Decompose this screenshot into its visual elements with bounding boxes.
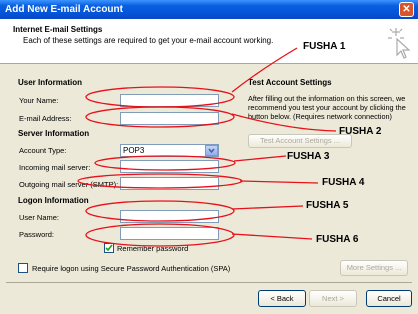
your-name-label: Your Name:: [19, 96, 59, 105]
annotation-line-3: [233, 155, 287, 162]
your-name-input[interactable]: [120, 94, 219, 107]
user-name-label: User Name:: [19, 213, 60, 222]
password-label: Password:: [19, 230, 55, 239]
remember-password-label: Remember password: [117, 244, 189, 253]
annotation-fusha-5: FUSHA 5: [306, 200, 349, 211]
incoming-server-input[interactable]: [120, 160, 219, 173]
annotation-line-6: [231, 233, 313, 240]
annotation-fusha-2: FUSHA 2: [339, 126, 382, 137]
test-description: After filling out the information on thi…: [248, 94, 406, 121]
password-input[interactable]: [120, 227, 219, 240]
cancel-button[interactable]: Cancel: [366, 290, 412, 307]
annotation-fusha-1: FUSHA 1: [303, 41, 346, 52]
bottom-divider: [6, 282, 412, 283]
more-settings-button[interactable]: More Settings ...: [340, 260, 408, 276]
window-title: Add New E-mail Account: [5, 4, 123, 15]
account-type-label: Account Type:: [19, 146, 67, 155]
email-address-label: E-mail Address:: [19, 114, 72, 123]
spa-label: Require logon using Secure Password Auth…: [32, 264, 231, 273]
annotation-fusha-6: FUSHA 6: [316, 234, 359, 245]
back-button[interactable]: < Back: [258, 290, 306, 307]
annotation-fusha-4: FUSHA 4: [322, 177, 365, 188]
email-address-input[interactable]: [120, 112, 219, 125]
spa-checkbox[interactable]: [18, 263, 28, 273]
outgoing-server-label: Outgoing mail server (SMTP):: [19, 180, 119, 189]
section-server-information: Server Information: [18, 129, 90, 138]
section-logon-information: Logon Information: [18, 196, 89, 205]
chevron-down-icon[interactable]: [205, 145, 218, 156]
remember-password-checkbox[interactable]: [104, 243, 114, 253]
annotation-line-5: [231, 205, 304, 210]
outgoing-server-input[interactable]: [120, 177, 219, 190]
header-title: Internet E-mail Settings: [13, 25, 103, 34]
annotation-line-4: [239, 180, 319, 184]
test-account-settings-button[interactable]: Test Account Settings ...: [248, 134, 352, 148]
annotation-fusha-3: FUSHA 3: [287, 151, 330, 162]
section-test-account-settings: Test Account Settings: [248, 78, 332, 87]
account-type-value: POP3: [123, 146, 145, 155]
incoming-server-label: Incoming mail server:: [19, 163, 91, 172]
user-name-input[interactable]: [120, 210, 219, 223]
cursor-sparkle-icon: [388, 28, 411, 59]
close-button[interactable]: ✕: [399, 2, 414, 17]
header-subtitle: Each of these settings are required to g…: [23, 36, 274, 45]
section-user-information: User Information: [18, 78, 83, 87]
next-button[interactable]: Next >: [309, 290, 357, 307]
